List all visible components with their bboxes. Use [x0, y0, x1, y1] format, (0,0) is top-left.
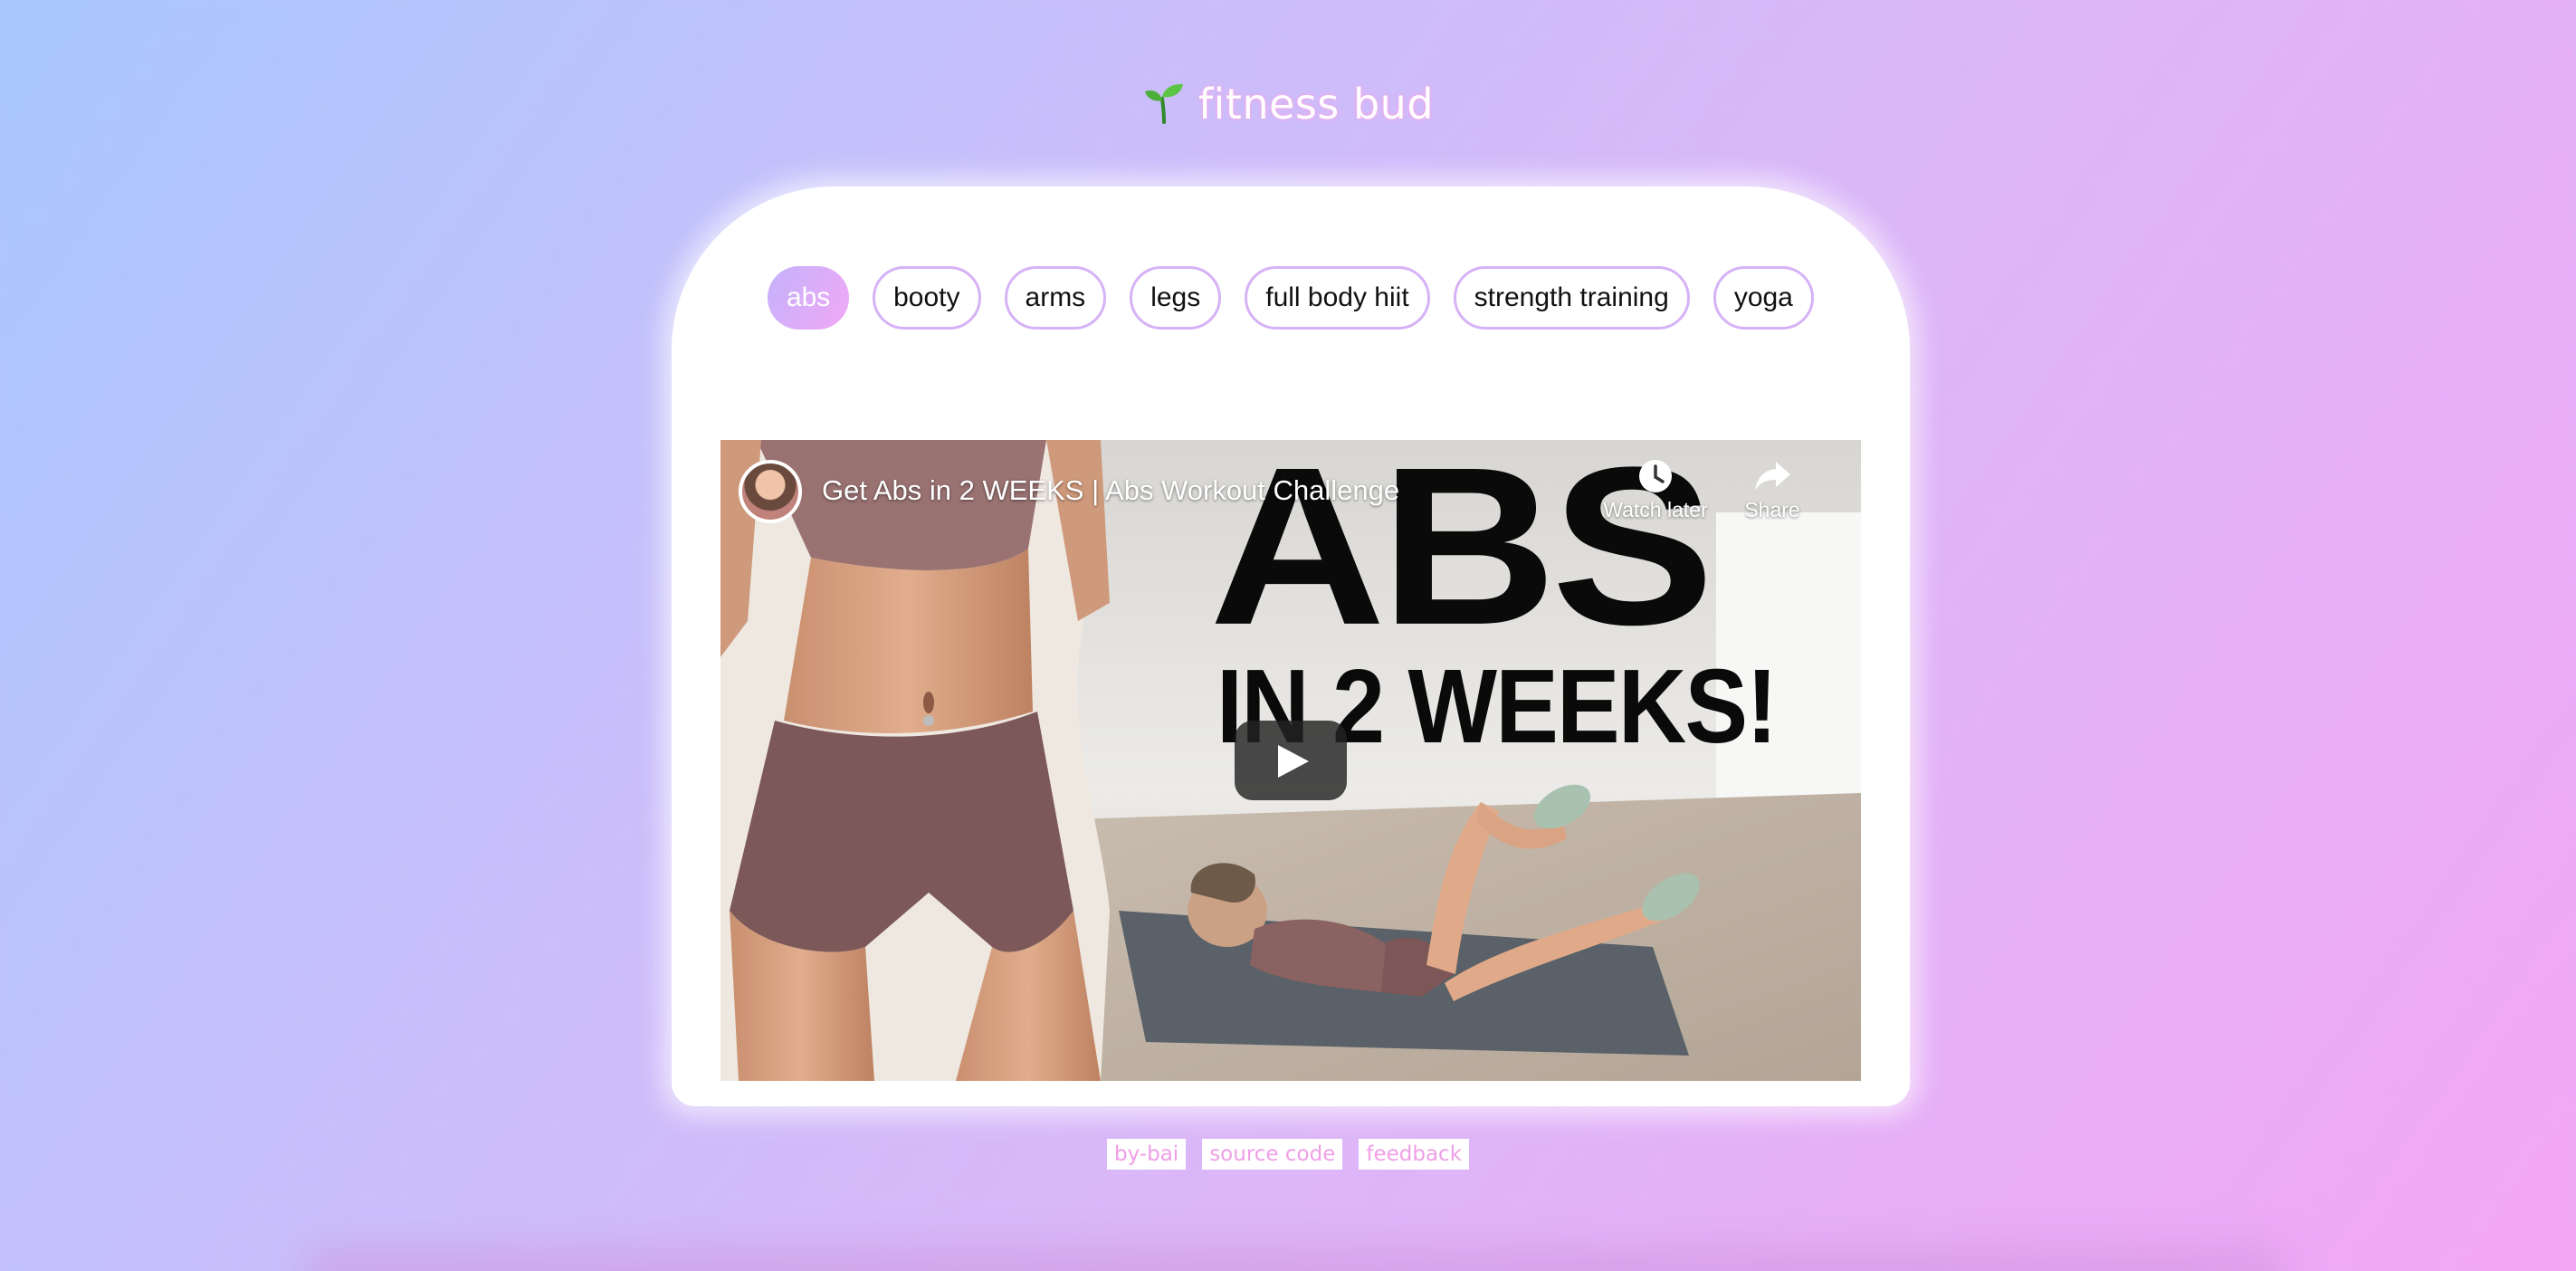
tab-strength-training[interactable]: strength training — [1453, 266, 1690, 330]
app-header: fitness bud — [0, 80, 2576, 129]
tab-arms[interactable]: arms — [1004, 266, 1107, 330]
watch-later-label: Watch later — [1603, 498, 1708, 521]
tab-full-body-hiit[interactable]: full body hiit — [1245, 266, 1430, 330]
tab-abs[interactable]: abs — [768, 266, 850, 330]
footer-link-by-bai[interactable]: by-bai — [1106, 1139, 1187, 1170]
video-player[interactable]: ABS IN 2 WEEKS! Get Abs in 2 WEEKS | Abs… — [720, 440, 1861, 1081]
footer-link-source-code[interactable]: source code — [1202, 1139, 1343, 1170]
share-button[interactable]: Share — [1736, 458, 1808, 522]
app-title: fitness bud — [1197, 80, 1435, 129]
channel-avatar[interactable] — [739, 460, 802, 523]
workout-card: abs booty arms legs full body hiit stren… — [672, 186, 1910, 1106]
watch-later-button[interactable]: Watch later — [1597, 458, 1714, 522]
tab-booty[interactable]: booty — [873, 266, 981, 330]
tab-legs[interactable]: legs — [1130, 266, 1222, 330]
footer-link-feedback[interactable]: feedback — [1359, 1139, 1470, 1170]
video-title[interactable]: Get Abs in 2 WEEKS | Abs Workout Challen… — [822, 474, 1399, 507]
share-label: Share — [1744, 498, 1800, 521]
share-arrow-icon — [1755, 462, 1790, 491]
clock-icon — [1639, 460, 1672, 492]
play-icon[interactable] — [1235, 721, 1347, 800]
footer-links: by-bai source code feedback — [0, 1139, 2576, 1170]
bottom-glow-decoration — [308, 1249, 2281, 1271]
category-tabs: abs booty arms legs full body hiit stren… — [672, 266, 1910, 330]
sprout-icon — [1144, 83, 1183, 124]
tab-yoga[interactable]: yoga — [1713, 266, 1814, 330]
